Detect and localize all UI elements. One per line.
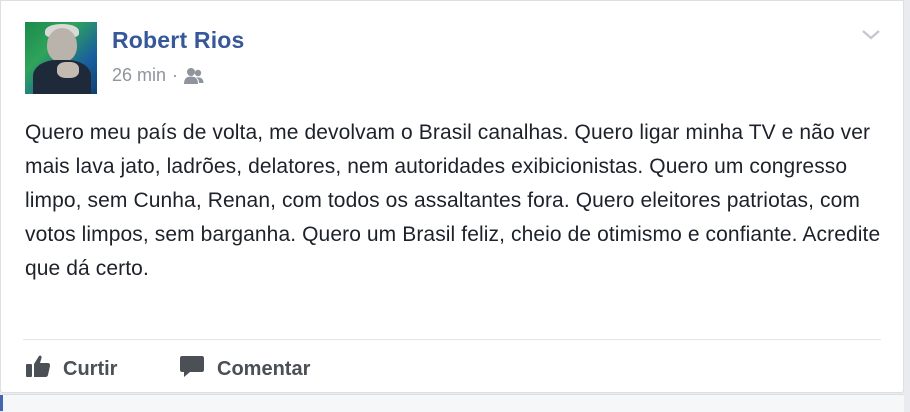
avatar-head <box>47 28 77 62</box>
avatar[interactable] <box>25 22 97 94</box>
like-button[interactable]: Curtir <box>25 351 117 387</box>
post-meta: 26 min · <box>112 65 205 86</box>
author-name[interactable]: Robert Rios <box>112 27 245 54</box>
post-timestamp[interactable]: 26 min <box>112 65 166 86</box>
chevron-down-icon[interactable] <box>860 27 882 43</box>
avatar-hand <box>57 62 79 78</box>
meta-separator: · <box>172 65 179 85</box>
thumbs-up-icon <box>25 354 63 384</box>
post-card: Robert Rios 26 min · Quero meu país de v… <box>0 0 904 393</box>
speech-bubble-icon <box>179 354 217 384</box>
divider <box>23 339 881 340</box>
comment-button[interactable]: Comentar <box>179 351 310 387</box>
friends-icon[interactable] <box>183 67 205 85</box>
post-text: Quero meu país de volta, me devolvam o B… <box>25 121 881 280</box>
focus-edge <box>0 395 3 411</box>
comments-area <box>3 394 904 412</box>
comment-label: Comentar <box>217 357 311 380</box>
like-label: Curtir <box>63 357 118 380</box>
